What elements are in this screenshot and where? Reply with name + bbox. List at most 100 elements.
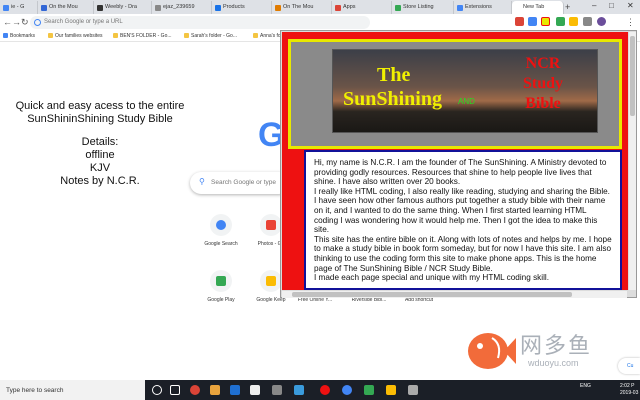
details-heading: Details: <box>81 136 119 148</box>
banner-ncr-study-bible: NCR Study Bible <box>522 55 564 112</box>
extension-info-text: Quick and easy acess to the entire SunSh… <box>0 100 200 188</box>
task-view-icon[interactable] <box>170 385 180 395</box>
tab-9[interactable]: Extensions <box>454 1 512 14</box>
settings-gear-icon[interactable] <box>272 385 282 395</box>
clock[interactable]: 2:02 P 2019-03 <box>620 383 638 397</box>
scrollbar-thumb[interactable] <box>292 292 572 297</box>
tab-favicon-icon <box>155 5 161 11</box>
popup-body-text: Hi, my name is N.C.R. I am the founder o… <box>304 150 622 290</box>
horizontal-scrollbar[interactable] <box>282 291 627 298</box>
address-bar[interactable]: Search Google or type a URL <box>30 16 370 29</box>
cortana-icon[interactable] <box>152 385 162 395</box>
google-icon <box>216 220 226 230</box>
profile-avatar-icon[interactable] <box>597 17 606 26</box>
app-icon[interactable] <box>408 385 418 395</box>
reload-icon[interactable]: ↻ <box>21 17 29 28</box>
ntp-search-box[interactable]: ⚲ Search Google or type <box>190 172 290 194</box>
bookmark-item[interactable]: Anna's fo <box>253 33 281 39</box>
extension-icon[interactable] <box>569 17 578 26</box>
google-g-icon <box>34 19 41 26</box>
extension-icon[interactable] <box>583 17 592 26</box>
app-icon[interactable] <box>294 385 304 395</box>
play-icon <box>216 276 226 286</box>
bookmark-item[interactable]: BEN'S FOLDER - Go... <box>113 33 172 39</box>
tab-favicon-icon <box>3 5 9 11</box>
store-icon[interactable] <box>250 385 260 395</box>
extension-icon[interactable] <box>556 17 565 26</box>
tab-strip: ie - G On the Mou Weebly - Dra ejaz_2396… <box>0 0 640 14</box>
tab-1[interactable]: ie - G <box>0 1 38 14</box>
minimize-button[interactable]: – <box>592 1 596 10</box>
tab-7[interactable]: Apps <box>332 1 392 14</box>
detail-item: KJV <box>89 162 111 174</box>
tab-favicon-icon <box>275 5 281 11</box>
menu-icon[interactable]: ⋮ <box>626 17 635 28</box>
sunshining-extension-icon[interactable] <box>541 17 550 26</box>
extension-icon[interactable] <box>528 17 537 26</box>
tab-new-tab-active[interactable]: New Tab <box>512 1 564 14</box>
address-placeholder: Search Google or type a URL <box>44 19 123 25</box>
app-icon[interactable] <box>342 385 352 395</box>
tab-5[interactable]: Products <box>212 1 272 14</box>
detail-item: Notes by N.C.R. <box>60 175 140 187</box>
tab-favicon-icon <box>215 5 221 11</box>
folder-icon <box>184 33 189 38</box>
app-icon[interactable] <box>386 385 396 395</box>
opera-icon[interactable] <box>320 385 330 395</box>
info-line: Quick and easy acess to the entire <box>15 100 185 112</box>
bookmark-item[interactable]: Sarah's folder - Go... <box>184 33 237 39</box>
scrollbar-thumb[interactable] <box>630 36 635 116</box>
tab-8[interactable]: Store Listing <box>392 1 454 14</box>
banner-title-sunshining: SunShining <box>343 88 442 110</box>
gmail-extension-icon[interactable] <box>515 17 524 26</box>
fish-logo-icon <box>468 333 516 369</box>
tab-favicon-icon <box>395 5 401 11</box>
tab-favicon-icon <box>97 5 103 11</box>
watermark-url: wduoyu.com <box>528 358 579 368</box>
popup-header: The SunShining AND NCR Study Bible <box>288 39 622 149</box>
back-icon[interactable]: ← <box>3 17 12 27</box>
taskbar-search[interactable]: Type here to search <box>0 380 145 400</box>
popup-paragraph: I really like HTML coding, I also really… <box>314 186 610 235</box>
tab-4[interactable]: ejaz_239659 <box>152 1 212 14</box>
close-window-button[interactable]: ✕ <box>627 1 634 10</box>
extension-popup: The SunShining AND NCR Study Bible Hi, m… <box>280 30 637 298</box>
popup-background: The SunShining AND NCR Study Bible Hi, m… <box>282 32 628 290</box>
star-icon <box>3 33 8 38</box>
popup-paragraph: Hi, my name is N.C.R. I am the founder o… <box>314 158 607 187</box>
banner-title-the: The <box>377 64 411 86</box>
tab-favicon-icon <box>457 5 463 11</box>
sunset-banner-image: The SunShining AND NCR Study Bible <box>332 49 598 133</box>
taskbar-search-placeholder: Type here to search <box>6 387 64 394</box>
language-indicator[interactable]: ENG <box>580 383 591 389</box>
tab-2[interactable]: On the Mou <box>38 1 94 14</box>
folder-icon <box>113 33 118 38</box>
popup-paragraph: I made each page special and unique with… <box>314 273 549 283</box>
forward-icon[interactable]: → <box>12 17 21 27</box>
bookmark-item[interactable]: Our families websites <box>48 33 103 39</box>
watermark: 网多鱼 wduoyu.com <box>462 320 632 380</box>
popup-paragraph: This site has the entire bible on it. Al… <box>314 234 612 273</box>
shortcut-google-play[interactable]: Google Play <box>196 270 246 303</box>
ntp-search-placeholder: Search Google or type <box>211 179 277 186</box>
tab-3[interactable]: Weebly - Dra <box>94 1 152 14</box>
app-icon[interactable] <box>364 385 374 395</box>
new-tab-button[interactable]: + <box>565 2 570 12</box>
windows-taskbar: Type here to search ENG 2:02 P 2019-03 <box>0 380 640 400</box>
shortcut-google-search[interactable]: Google Search <box>196 214 246 247</box>
detail-item: offline <box>85 149 115 161</box>
customize-button[interactable]: Cu <box>618 358 640 374</box>
chrome-icon[interactable] <box>190 385 200 395</box>
bookmark-item[interactable]: Bookmarks <box>3 33 35 39</box>
info-line: SunShininShining Study Bible <box>27 113 173 125</box>
keep-icon <box>266 276 276 286</box>
photos-icon <box>266 220 276 230</box>
browser-toolbar: ← → ↻ Search Google or type a URL ⋮ <box>0 14 640 31</box>
vertical-scrollbar[interactable] <box>629 32 636 290</box>
watermark-cn: 网多鱼 <box>520 333 593 358</box>
tab-6[interactable]: On The Mou <box>272 1 332 14</box>
mail-icon[interactable] <box>230 385 240 395</box>
maximize-button[interactable]: □ <box>609 1 614 10</box>
file-explorer-icon[interactable] <box>210 385 220 395</box>
tab-favicon-icon <box>335 5 341 11</box>
